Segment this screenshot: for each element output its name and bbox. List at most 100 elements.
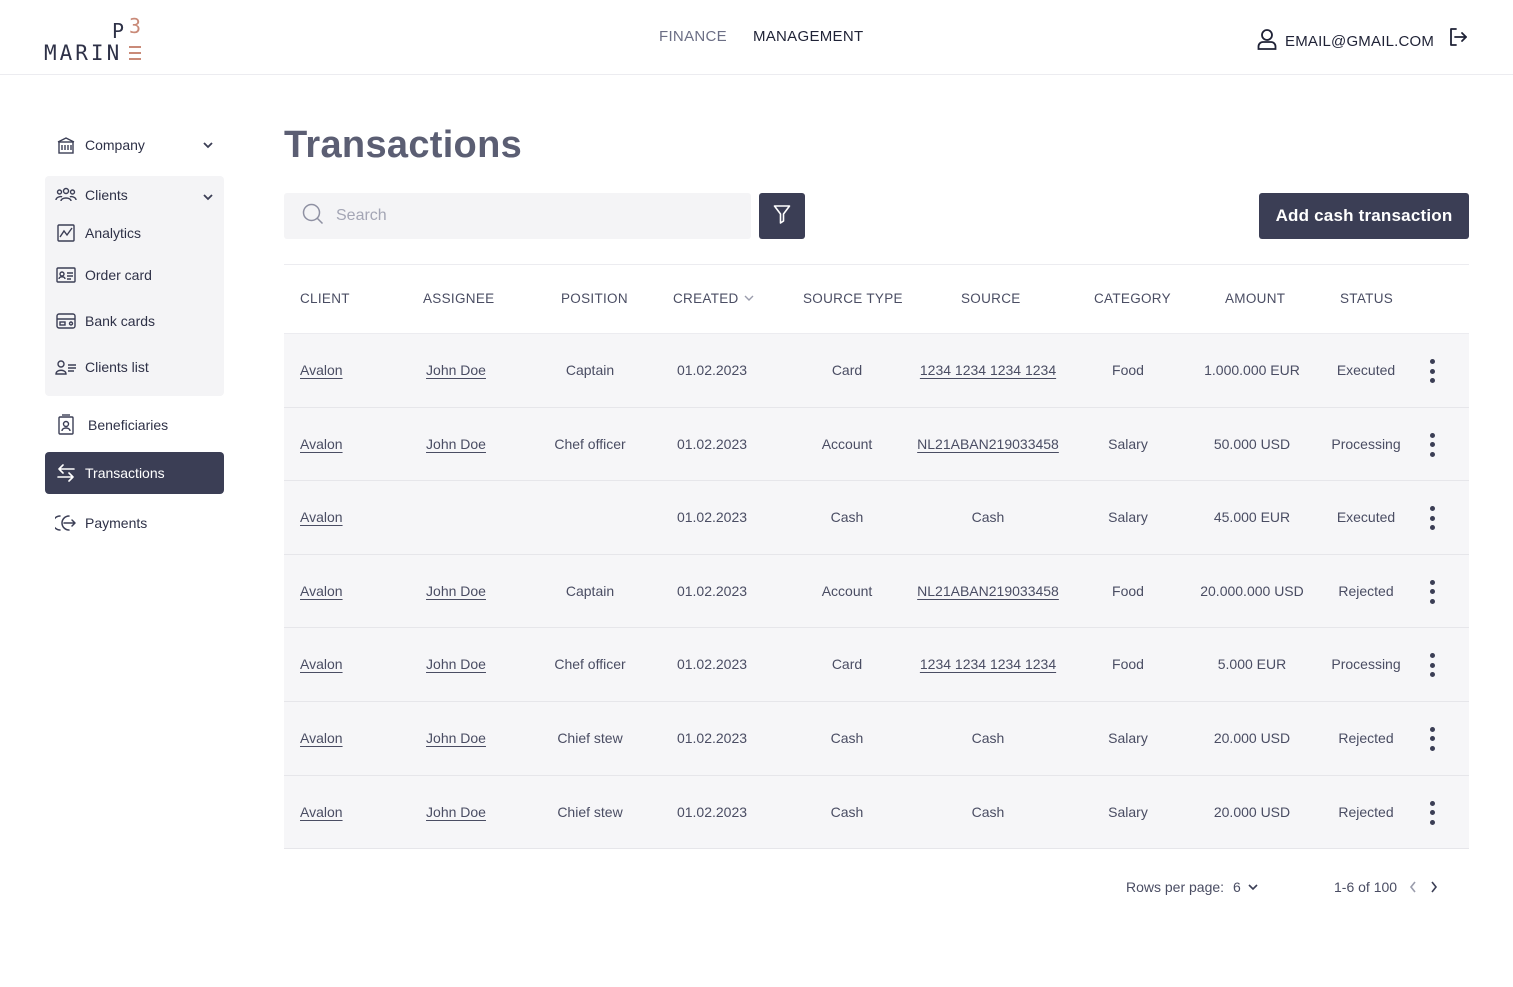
column-header-created[interactable]: CREATED	[673, 291, 755, 306]
cell-source[interactable]: 1234 1234 1234 1234	[920, 656, 1056, 672]
cell-created: 01.02.2023	[676, 656, 748, 673]
column-header-category[interactable]: CATEGORY	[1094, 291, 1171, 306]
logo-digit-3: 3	[129, 14, 142, 38]
transfer-arrows-icon	[55, 462, 77, 484]
filter-button[interactable]	[759, 193, 805, 239]
cell-client[interactable]: Avalon	[300, 656, 343, 672]
column-header-client[interactable]: CLIENT	[300, 291, 350, 306]
more-options-icon[interactable]	[1425, 652, 1439, 678]
transactions-table: CLIENT ASSIGNEE POSITION CREATED SOURCE …	[284, 264, 1469, 850]
cell-status: Rejected	[1338, 582, 1394, 599]
cell-client[interactable]: Avalon	[300, 730, 343, 746]
users-icon	[55, 184, 77, 206]
table-header: CLIENT ASSIGNEE POSITION CREATED SOURCE …	[284, 265, 1469, 334]
rows-per-page-select[interactable]: 6	[1233, 879, 1259, 895]
cell-source[interactable]: NL21ABAN219033458	[917, 583, 1059, 599]
cell-status: Executed	[1336, 362, 1396, 378]
sidebar-item-transactions[interactable]: Transactions	[45, 452, 224, 494]
search-icon	[302, 203, 324, 230]
column-header-source[interactable]: SOURCE	[961, 291, 1021, 306]
column-header-amount[interactable]: AMOUNT	[1225, 291, 1285, 306]
table-row[interactable]: Avalon John Doe Chief stew 01.02.2023 Cash Ca…	[284, 775, 1469, 850]
more-options-icon[interactable]	[1425, 432, 1439, 458]
cell-category: Salary	[1108, 729, 1148, 746]
cell-amount: 20.000.000 USD	[1200, 582, 1304, 599]
more-options-icon[interactable]	[1425, 726, 1439, 752]
nav-management[interactable]: MANAGEMENT	[753, 28, 864, 45]
sidebar-item-label: Beneficiaries	[88, 417, 169, 433]
cell-position: Captain	[565, 582, 615, 599]
cell-status: Executed	[1336, 509, 1396, 526]
id-card-icon	[55, 264, 77, 286]
rows-per-page-value: 6	[1233, 879, 1241, 895]
sidebar-item-company[interactable]: Company	[45, 124, 224, 166]
cell-assignee[interactable]: John Doe	[426, 730, 486, 746]
table-row[interactable]: Avalon John Doe Captain 01.02.2023 Card 1234 …	[284, 334, 1469, 408]
cell-position: Chief stew	[557, 729, 623, 746]
user-area: EMAIL@GMAIL.COM	[1257, 28, 1467, 55]
column-header-position[interactable]: POSITION	[561, 291, 628, 306]
search-input[interactable]	[336, 207, 716, 225]
cell-position: Chief stew	[557, 803, 623, 820]
user-email[interactable]: EMAIL@GMAIL.COM	[1285, 33, 1434, 50]
table-body: Avalon John Doe Captain 01.02.2023 Card 1234 …	[284, 334, 1469, 850]
add-cash-transaction-button[interactable]: Add cash transaction	[1259, 193, 1469, 239]
cell-assignee[interactable]: John Doe	[426, 583, 486, 599]
logo[interactable]: P 3 MARIN	[44, 14, 144, 65]
sidebar-item-label: Payments	[85, 515, 148, 531]
sidebar-item-clients[interactable]: Clients	[45, 176, 224, 214]
page-range: 1-6 of 100	[1334, 879, 1398, 895]
chevron-down-icon[interactable]	[202, 138, 214, 154]
cell-amount: 20.000 USD	[1213, 729, 1291, 746]
cell-position: Chef officer	[554, 656, 626, 673]
top-bar: P 3 MARIN FINANCE MANAGEMENT EMAIL@GMAIL…	[0, 0, 1513, 75]
cell-assignee[interactable]: John Doe	[426, 656, 486, 672]
building-icon	[55, 134, 77, 156]
logout-icon[interactable]	[1448, 27, 1468, 52]
more-options-icon[interactable]	[1425, 505, 1439, 531]
column-header-status[interactable]: STATUS	[1340, 291, 1393, 306]
sidebar-item-order-card[interactable]: Order card	[45, 252, 224, 298]
cell-source[interactable]: NL21ABAN219033458	[917, 436, 1059, 452]
sidebar-item-bank-cards[interactable]: Bank cards	[45, 298, 224, 344]
column-header-assignee[interactable]: ASSIGNEE	[423, 291, 494, 306]
user-icon	[1257, 28, 1277, 55]
cell-assignee[interactable]: John Doe	[426, 804, 486, 820]
cell-position: Captain	[565, 362, 615, 378]
cell-status: Processing	[1331, 656, 1401, 673]
table-row[interactable]: Avalon John Doe Captain 01.02.2023 Account NL…	[284, 554, 1469, 629]
more-options-icon[interactable]	[1425, 579, 1439, 605]
payment-arrow-icon	[55, 512, 77, 534]
cell-client[interactable]: Avalon	[300, 436, 343, 452]
cell-amount: 5.000 EUR	[1217, 656, 1287, 673]
cell-assignee[interactable]: John Doe	[426, 436, 486, 452]
cell-client[interactable]: Avalon	[300, 804, 343, 820]
table-row[interactable]: Avalon John Doe Chef officer 01.02.2023 Card…	[284, 628, 1469, 702]
table-row[interactable]: Avalon 01.02.2023 Cash Cash Salary 45.000 EUR…	[284, 481, 1469, 555]
cell-client[interactable]: Avalon	[300, 362, 343, 378]
table-row[interactable]: Avalon John Doe Chief stew 01.02.2023 Cash Ca…	[284, 701, 1469, 776]
nav-finance[interactable]: FINANCE	[659, 28, 727, 45]
more-options-icon[interactable]	[1425, 358, 1439, 384]
chevron-down-icon[interactable]	[202, 190, 214, 206]
sidebar-item-label: Clients list	[85, 359, 149, 375]
cell-client[interactable]: Avalon	[300, 509, 343, 525]
cell-position: Chef officer	[554, 435, 626, 452]
column-header-source-type[interactable]: SOURCE TYPE	[803, 291, 903, 306]
sidebar-item-label: Analytics	[85, 225, 142, 241]
cell-client[interactable]: Avalon	[300, 583, 343, 599]
previous-page-icon[interactable]	[1408, 880, 1418, 897]
cell-source[interactable]: 1234 1234 1234 1234	[920, 362, 1056, 378]
cell-status: Processing	[1331, 435, 1401, 452]
sort-chevron-icon[interactable]	[743, 291, 755, 306]
cell-assignee[interactable]: John Doe	[426, 362, 486, 378]
sidebar-item-beneficiaries[interactable]: Beneficiaries	[45, 404, 224, 446]
sidebar-item-payments[interactable]: Payments	[45, 502, 224, 544]
sidebar-item-analytics[interactable]: Analytics	[45, 214, 224, 252]
more-options-icon[interactable]	[1425, 800, 1439, 826]
table-row[interactable]: Avalon John Doe Chef officer 01.02.2023 Acco…	[284, 407, 1469, 482]
sidebar-item-label: Clients	[85, 187, 128, 203]
sidebar-item-clients-list[interactable]: Clients list	[45, 344, 224, 390]
next-page-icon[interactable]	[1429, 880, 1439, 897]
credit-card-icon	[55, 310, 77, 332]
